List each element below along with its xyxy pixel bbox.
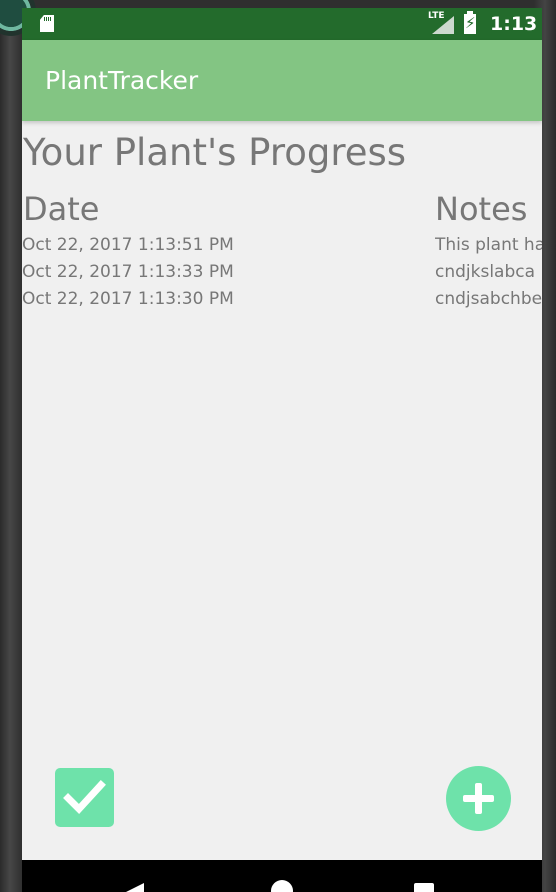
add-entry-button[interactable] (446, 766, 511, 831)
date-column-header: Date (23, 190, 100, 228)
date-entry[interactable]: Oct 22, 2017 1:13:51 PM (22, 233, 352, 260)
recent-apps-icon[interactable] (414, 883, 434, 892)
system-navigation-bar (22, 860, 542, 892)
app-screen: LTE ⚡ 1:13 PlantTracker Your Plant's Pro… (22, 8, 542, 892)
check-icon (63, 780, 106, 815)
note-entry[interactable]: cndjsabchbe (435, 287, 542, 314)
home-icon[interactable] (271, 880, 293, 892)
note-entry[interactable]: cndjkslabca (435, 260, 542, 287)
status-time: 1:13 (490, 13, 538, 35)
date-entry[interactable]: Oct 22, 2017 1:13:30 PM (22, 287, 352, 314)
charging-bolt-icon: ⚡ (465, 14, 476, 32)
date-list: Oct 22, 2017 1:13:51 PM Oct 22, 2017 1:1… (22, 233, 352, 314)
done-button[interactable] (55, 768, 114, 827)
status-bar: LTE ⚡ 1:13 (22, 8, 542, 40)
network-type-label: LTE (428, 11, 445, 21)
app-toolbar: PlantTracker (22, 40, 542, 121)
date-entry[interactable]: Oct 22, 2017 1:13:33 PM (22, 260, 352, 287)
sd-card-icon (40, 15, 54, 32)
note-entry[interactable]: This plant ha (435, 233, 542, 260)
notes-list: This plant ha cndjkslabca cndjsabchbe (435, 233, 542, 314)
battery-charging-icon: ⚡ (464, 11, 476, 34)
page-title: Your Plant's Progress (23, 131, 407, 174)
back-icon[interactable] (126, 883, 144, 892)
notes-column-header: Notes (435, 190, 528, 228)
app-title: PlantTracker (45, 66, 199, 95)
